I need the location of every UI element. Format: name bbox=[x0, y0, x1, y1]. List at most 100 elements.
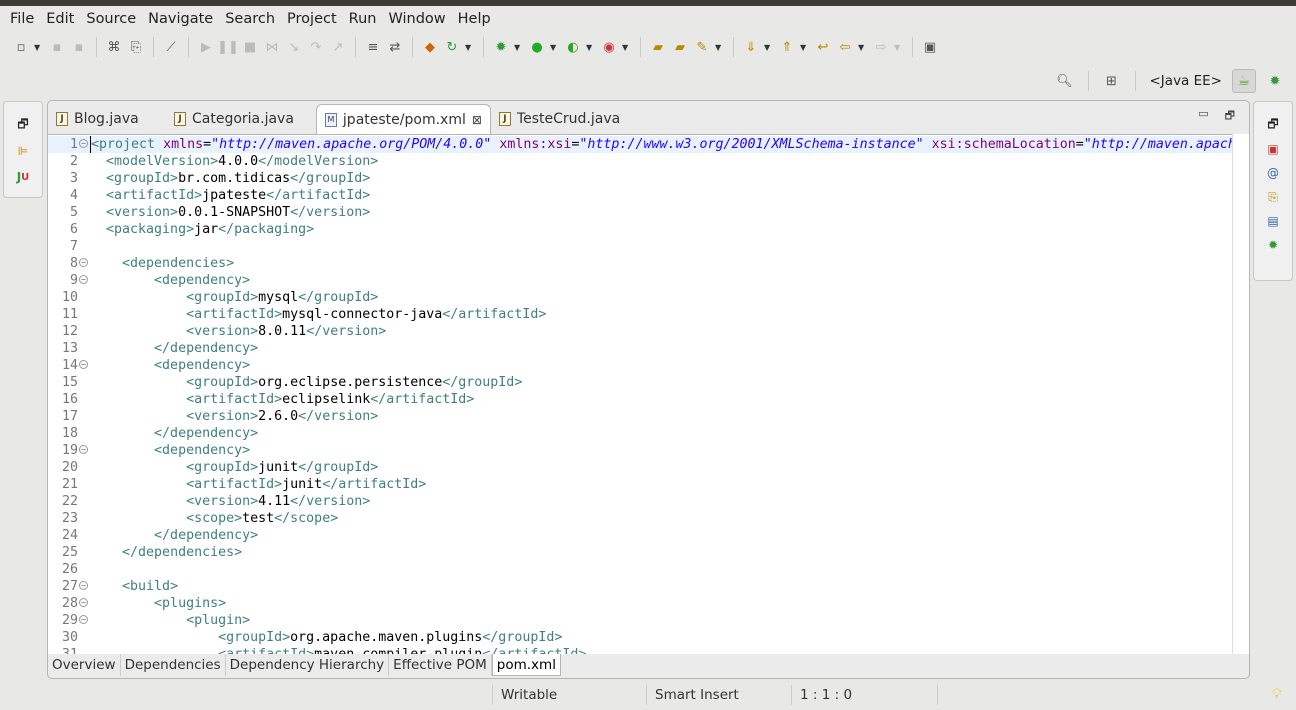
menu-search[interactable]: Search bbox=[219, 11, 281, 27]
forward-dropdown[interactable]: ▼ bbox=[894, 43, 904, 52]
page-tab-dependencies[interactable]: Dependencies bbox=[121, 654, 226, 676]
menu-edit[interactable]: Edit bbox=[40, 11, 80, 27]
next-annotation-icon[interactable]: ⇓ bbox=[742, 38, 760, 56]
maximize-icon[interactable]: 🗗︎ bbox=[1225, 107, 1235, 126]
fold-toggle-icon[interactable]: − bbox=[79, 445, 88, 454]
search-dropdown[interactable]: ▼ bbox=[715, 43, 725, 52]
code-token: </version> bbox=[290, 494, 371, 509]
refresh-icon[interactable]: ↻ bbox=[443, 38, 461, 56]
open-resource-icon[interactable]: ⎘ bbox=[127, 38, 145, 56]
fold-toggle-icon[interactable]: − bbox=[79, 258, 88, 267]
search-icon[interactable]: 🔍︎ bbox=[1056, 72, 1074, 90]
pin-editor-icon[interactable]: ▣ bbox=[921, 38, 939, 56]
last-edit-icon[interactable]: ↩ bbox=[814, 38, 832, 56]
previous-annotation-icon[interactable]: ⇑ bbox=[778, 38, 796, 56]
fold-toggle-icon[interactable]: − bbox=[79, 581, 88, 590]
debug-dropdown[interactable]: ▼ bbox=[514, 43, 524, 52]
debug-icon[interactable]: ✹ bbox=[492, 38, 510, 56]
server-icon[interactable]: ⇄ bbox=[386, 38, 404, 56]
external-tools-dropdown[interactable]: ▼ bbox=[622, 43, 632, 52]
fold-toggle-icon[interactable]: − bbox=[79, 615, 88, 624]
skip-breakpoints-icon[interactable]: ⟋ bbox=[162, 38, 180, 56]
vertical-scrollbar[interactable] bbox=[1232, 134, 1249, 654]
new-icon[interactable]: ▫ bbox=[12, 38, 30, 56]
line-number: 19 bbox=[61, 443, 78, 458]
refresh-dropdown[interactable]: ▼ bbox=[465, 43, 475, 52]
tab-blog-java[interactable]: J Blog.java bbox=[48, 104, 166, 134]
disconnect-icon[interactable]: ⋈ bbox=[263, 38, 281, 56]
save-all-icon[interactable]: ▪ bbox=[70, 38, 88, 56]
code-token: 2.6.0 bbox=[258, 409, 299, 424]
console-icon[interactable]: ▤ bbox=[1267, 212, 1278, 230]
open-perspective-icon[interactable]: ⊞ bbox=[1103, 72, 1121, 90]
run-dropdown[interactable]: ▼ bbox=[550, 43, 560, 52]
tab-jpateste-pom-xml[interactable]: Mjpateste/pom.xml ⊠ bbox=[315, 104, 491, 134]
code-token: 4.0.0 bbox=[218, 154, 259, 169]
restore-icon[interactable]: 🗗︎ bbox=[17, 116, 28, 134]
markers-icon[interactable]: ▣ bbox=[1267, 140, 1278, 158]
next-annotation-dropdown[interactable]: ▼ bbox=[764, 43, 774, 52]
resume-icon[interactable]: ▶ bbox=[197, 38, 215, 56]
toggle-mark-icon[interactable]: ≡ bbox=[364, 38, 382, 56]
fold-toggle-icon[interactable]: − bbox=[79, 360, 88, 369]
open-type-icon[interactable]: ⌘ bbox=[105, 38, 123, 56]
search-tool-icon[interactable]: ✎ bbox=[693, 38, 711, 56]
back-dropdown[interactable]: ▼ bbox=[858, 43, 868, 52]
menu-navigate[interactable]: Navigate bbox=[142, 11, 219, 27]
tab-categoria-java[interactable]: J Categoria.java bbox=[166, 104, 302, 134]
hierarchy-icon[interactable]: ⊫ bbox=[18, 142, 28, 160]
code-token: </groupId> bbox=[298, 460, 379, 475]
back-icon[interactable]: ⇦ bbox=[836, 38, 854, 56]
menu-run[interactable]: Run bbox=[343, 11, 383, 27]
open-project-icon[interactable]: ▰ bbox=[671, 38, 689, 56]
suspend-icon[interactable]: ❚❚ bbox=[217, 38, 239, 56]
separator bbox=[153, 37, 154, 57]
coverage-dropdown[interactable]: ▼ bbox=[586, 43, 596, 52]
step-over-icon[interactable]: ↷ bbox=[307, 38, 325, 56]
terminate-icon[interactable]: ■ bbox=[241, 38, 259, 56]
fold-toggle-icon[interactable]: − bbox=[79, 598, 88, 607]
tab-label: Blog.java bbox=[74, 111, 139, 127]
menu-project[interactable]: Project bbox=[281, 11, 343, 27]
previous-annotation-dropdown[interactable]: ▼ bbox=[800, 43, 810, 52]
forward-icon[interactable]: ⇨ bbox=[872, 38, 890, 56]
javadoc-icon[interactable]: @ bbox=[1267, 164, 1279, 182]
lightbulb-icon[interactable]: 💡︎ bbox=[1272, 686, 1281, 702]
coverage-icon[interactable]: ◐ bbox=[564, 38, 582, 56]
menu-source[interactable]: Source bbox=[80, 11, 142, 27]
menu-file[interactable]: File bbox=[4, 11, 40, 27]
debug-perspective-icon[interactable]: ✹ bbox=[1266, 72, 1284, 90]
page-tab-overview[interactable]: Overview bbox=[48, 654, 121, 676]
restore-icon[interactable]: 🗗︎ bbox=[1267, 116, 1278, 134]
fold-toggle-icon[interactable]: − bbox=[79, 275, 88, 284]
new-dropdown[interactable]: ▼ bbox=[34, 43, 44, 52]
line-number: 16 bbox=[61, 392, 78, 407]
menu-window[interactable]: Window bbox=[382, 11, 451, 27]
code-text: <artifactId>junit</artifactId> bbox=[90, 476, 426, 493]
perspective-java-ee[interactable]: <Java EE> bbox=[1150, 73, 1223, 89]
tab-testecrud-java[interactable]: J TesteCrud.java bbox=[491, 104, 628, 134]
code-token: <version> bbox=[186, 324, 259, 339]
minimize-icon[interactable]: ▭ bbox=[1198, 107, 1208, 126]
run-icon[interactable]: ● bbox=[528, 38, 546, 56]
page-tab-effective-pom[interactable]: Effective POM bbox=[389, 654, 492, 676]
page-tab-pom-xml[interactable]: pom.xml bbox=[491, 654, 561, 676]
debug-view-icon[interactable]: ✹ bbox=[1268, 236, 1278, 254]
xml-source-editor[interactable]: 1− <project xmlns="http://maven.apache.or… bbox=[48, 134, 1233, 654]
declaration-icon[interactable]: ⎘ bbox=[1268, 188, 1278, 206]
step-into-icon[interactable]: ↘ bbox=[285, 38, 303, 56]
java-ee-perspective-icon[interactable]: ☕︎ bbox=[1232, 69, 1256, 93]
external-tools-icon[interactable]: ◉ bbox=[600, 38, 618, 56]
page-tab-dependency-hierarchy[interactable]: Dependency Hierarchy bbox=[226, 654, 390, 676]
junit-icon[interactable]: JU bbox=[17, 168, 30, 186]
code-token: </dependency> bbox=[154, 528, 259, 543]
open-folder-icon[interactable]: ▰ bbox=[649, 38, 667, 56]
code-token: test bbox=[242, 511, 275, 526]
step-return-icon[interactable]: ↗ bbox=[329, 38, 347, 56]
fold-toggle-icon[interactable]: − bbox=[79, 139, 88, 148]
close-tab-icon[interactable]: ⊠ bbox=[472, 113, 482, 127]
new-package-icon[interactable]: ◆ bbox=[421, 38, 439, 56]
menu-help[interactable]: Help bbox=[452, 11, 497, 27]
save-icon[interactable]: ▪ bbox=[48, 38, 66, 56]
